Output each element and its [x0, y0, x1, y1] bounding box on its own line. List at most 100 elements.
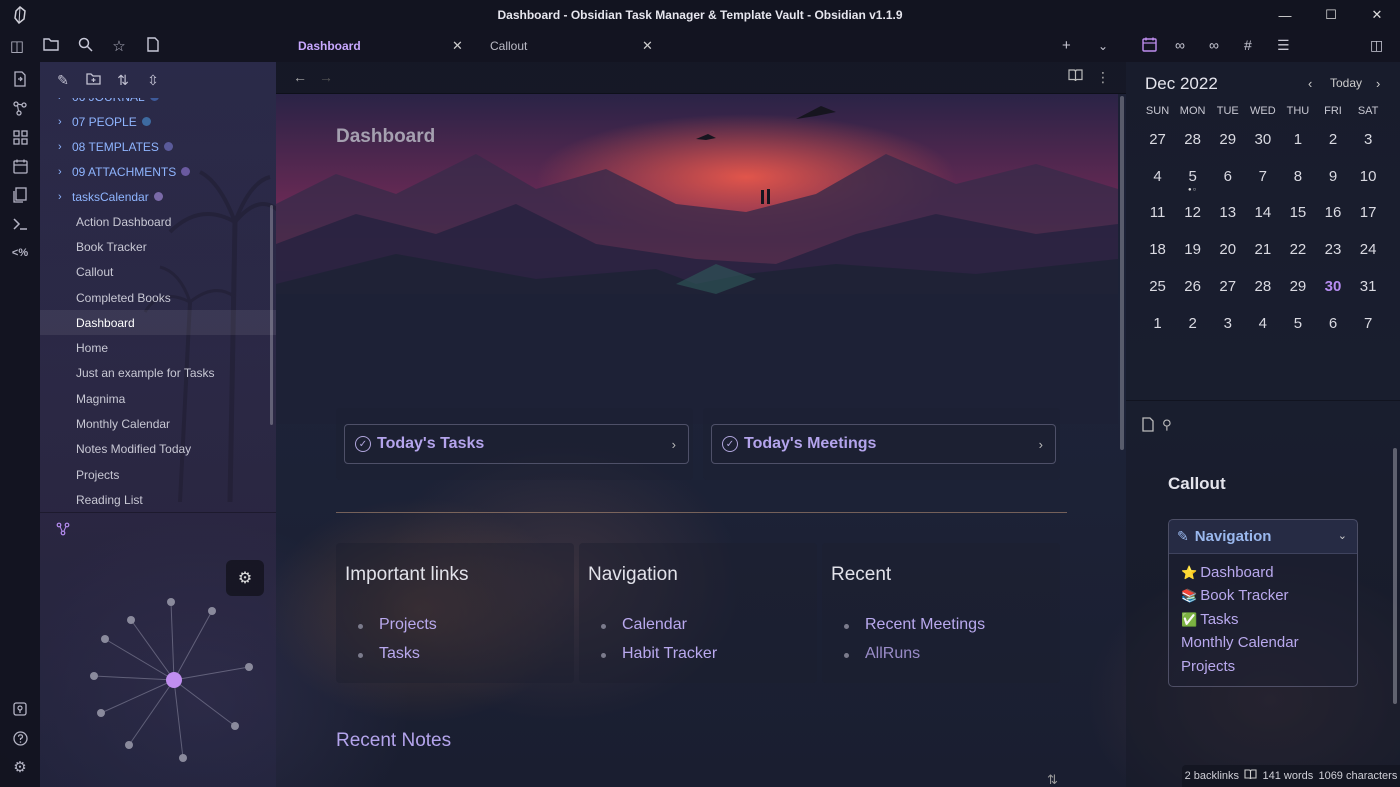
backlinks-count[interactable]: 2 backlinks	[1185, 770, 1239, 782]
link-projects[interactable]: Projects	[358, 616, 437, 645]
folder-item[interactable]: › 07 PEOPLE	[40, 109, 276, 134]
calendar-day[interactable]: 27	[1140, 131, 1175, 148]
file-item[interactable]: Home	[40, 335, 276, 360]
calendar-day[interactable]: 12	[1175, 204, 1210, 221]
calendar-day[interactable]: 1	[1280, 131, 1315, 148]
tab-callout[interactable]: Callout ✕	[490, 30, 660, 62]
calendar-day[interactable]: 2	[1175, 315, 1210, 332]
link-allruns[interactable]: AllRuns	[844, 645, 985, 674]
minimize-icon[interactable]: —	[1262, 0, 1308, 30]
local-graph-canvas[interactable]	[40, 514, 276, 787]
calendar-day[interactable]: 29	[1280, 278, 1315, 295]
file-item[interactable]: Action Dashboard	[40, 209, 276, 234]
todays-meetings-callout[interactable]: ✓ Today's Meetings ›	[711, 424, 1056, 464]
daily-note-icon[interactable]	[8, 154, 32, 178]
back-arrow-icon[interactable]: ←	[293, 69, 307, 85]
reading-view-book-icon[interactable]	[1068, 69, 1083, 85]
calendar-day[interactable]: 23	[1315, 241, 1350, 258]
calendar-day[interactable]: 28	[1245, 278, 1280, 295]
calendar-day[interactable]: 17	[1351, 204, 1386, 221]
file-item[interactable]: Just an example for Tasks	[40, 361, 276, 386]
previous-month-chevron-left-icon[interactable]: ‹	[1308, 76, 1312, 91]
tab-list-chevron-down-icon[interactable]: ⌄	[1098, 39, 1108, 53]
templates-icon[interactable]	[8, 183, 32, 207]
calendar-day[interactable]: 30	[1245, 131, 1280, 148]
folder-item[interactable]: › 08 TEMPLATES	[40, 134, 276, 159]
calendar-day[interactable]: 3	[1210, 315, 1245, 332]
calendar-day[interactable]: 6	[1210, 168, 1245, 185]
calendar-day[interactable]: 28	[1175, 131, 1210, 148]
calendar-day[interactable]: 24	[1351, 241, 1386, 258]
calendar-day[interactable]: 5 ●○	[1175, 168, 1210, 193]
file-item[interactable]: Dashboard	[40, 310, 276, 336]
calendar-day[interactable]: 16	[1315, 204, 1350, 221]
file-item[interactable]: Completed Books	[40, 285, 276, 310]
calendar-day[interactable]: 31	[1351, 278, 1386, 295]
calendar-day[interactable]: 22	[1280, 241, 1315, 258]
nav-link[interactable]: ✅ Tasks	[1181, 611, 1357, 634]
settings-icon[interactable]: ⚙	[8, 755, 32, 779]
nav-link[interactable]: ⭐ Dashboard	[1181, 564, 1357, 587]
outline-list-icon[interactable]: ☰	[1277, 37, 1290, 54]
file-item[interactable]: Callout	[40, 260, 276, 285]
sort-icon[interactable]: ⇅	[112, 72, 134, 89]
new-page-icon[interactable]	[136, 36, 170, 56]
link-tasks[interactable]: Tasks	[358, 645, 437, 674]
calendar-day[interactable]: 29	[1210, 131, 1245, 148]
sidebar-toggle-icon[interactable]: ◫	[0, 37, 34, 55]
calendar-day[interactable]: 3	[1351, 131, 1386, 148]
link-habit-tracker[interactable]: Habit Tracker	[601, 645, 717, 674]
file-item[interactable]: Reading List	[40, 487, 276, 512]
calendar-day[interactable]: 18	[1140, 241, 1175, 258]
right-sidebar-toggle-icon[interactable]: ◫	[1370, 37, 1383, 54]
close-tab-icon[interactable]: ✕	[452, 38, 463, 54]
file-explorer-icon[interactable]	[34, 37, 68, 55]
new-folder-icon[interactable]	[82, 72, 104, 88]
backlinks-icon[interactable]: ∞	[1175, 37, 1185, 53]
file-item[interactable]: Book Tracker	[40, 234, 276, 259]
search-icon[interactable]	[68, 37, 102, 56]
calendar-day[interactable]: 15	[1280, 204, 1315, 221]
open-quick-switcher-icon[interactable]	[8, 67, 32, 91]
new-note-icon[interactable]: ✎	[52, 72, 74, 89]
calendar-day[interactable]: 2	[1315, 131, 1350, 148]
templater-icon[interactable]: <%	[8, 241, 32, 265]
chevron-right-icon[interactable]: ›	[1039, 437, 1043, 452]
close-window-icon[interactable]: ✕	[1354, 0, 1400, 30]
canvas-icon[interactable]	[8, 125, 32, 149]
calendar-day[interactable]: 8	[1280, 168, 1315, 185]
calendar-day[interactable]: 9	[1315, 168, 1350, 185]
calendar-day[interactable]: 25	[1140, 278, 1175, 295]
calendar-day[interactable]: 11	[1140, 204, 1175, 221]
tab-dashboard[interactable]: Dashboard ✕	[298, 30, 468, 62]
right-pane-scrollbar[interactable]	[1393, 448, 1397, 704]
link-recent-meetings[interactable]: Recent Meetings	[844, 616, 985, 645]
next-month-chevron-right-icon[interactable]: ›	[1376, 76, 1380, 91]
calendar-day[interactable]: 7	[1351, 315, 1386, 332]
calendar-day[interactable]: 1	[1140, 315, 1175, 332]
file-tree-scrollbar[interactable]	[270, 205, 273, 425]
chevron-down-icon[interactable]: ⌄	[1338, 529, 1347, 542]
folder-item[interactable]: › 09 ATTACHMENTS	[40, 159, 276, 184]
close-tab-icon[interactable]: ✕	[642, 38, 653, 54]
editor-scrollbar[interactable]	[1120, 96, 1124, 450]
outgoing-links-icon[interactable]: ∞	[1209, 37, 1219, 53]
nav-link[interactable]: Projects	[1181, 658, 1357, 681]
maximize-icon[interactable]: ☐	[1308, 0, 1354, 30]
nav-link[interactable]: Monthly Calendar	[1181, 634, 1357, 657]
forward-arrow-icon[interactable]: →	[319, 69, 333, 85]
calendar-day[interactable]: 30	[1315, 278, 1350, 295]
collapse-all-icon[interactable]: ⇳	[142, 72, 164, 89]
calendar-icon[interactable]	[1142, 37, 1157, 55]
file-item[interactable]: Magnima	[40, 386, 276, 411]
nav-link[interactable]: 📚 Book Tracker	[1181, 587, 1357, 610]
command-palette-icon[interactable]	[8, 212, 32, 236]
calendar-day[interactable]: 21	[1245, 241, 1280, 258]
calendar-day[interactable]: 7	[1245, 168, 1280, 185]
file-item[interactable]: Notes Modified Today	[40, 437, 276, 462]
todays-tasks-callout[interactable]: ✓ Today's Tasks ›	[344, 424, 689, 464]
sort-arrows-icon[interactable]: ⇅	[1047, 772, 1058, 787]
chevron-right-icon[interactable]: ›	[672, 437, 676, 452]
calendar-day[interactable]: 20	[1210, 241, 1245, 258]
tags-hash-icon[interactable]: #	[1244, 37, 1252, 53]
